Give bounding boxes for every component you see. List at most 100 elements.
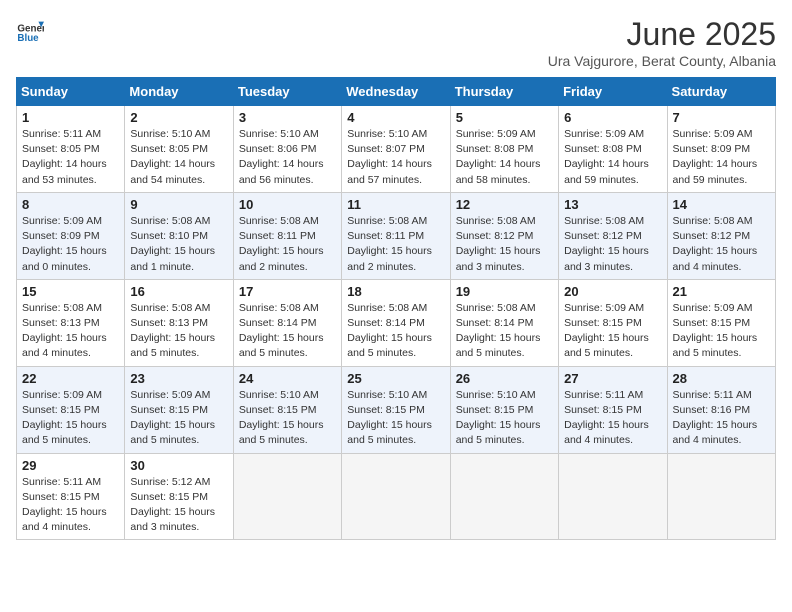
day-number: 30 (130, 458, 227, 473)
day-info: Sunrise: 5:09 AMSunset: 8:09 PMDaylight:… (673, 127, 770, 188)
calendar-day-cell: 26Sunrise: 5:10 AMSunset: 8:15 PMDayligh… (450, 366, 558, 453)
day-info: Sunrise: 5:10 AMSunset: 8:15 PMDaylight:… (456, 388, 553, 449)
day-info: Sunrise: 5:10 AMSunset: 8:05 PMDaylight:… (130, 127, 227, 188)
calendar-day-cell: 7 Sunrise: 5:09 AMSunset: 8:09 PMDaylight… (667, 106, 775, 193)
day-info: Sunrise: 5:08 AMSunset: 8:11 PMDaylight:… (347, 214, 444, 275)
calendar-day-cell: 3 Sunrise: 5:10 AMSunset: 8:06 PMDaylight… (233, 106, 341, 193)
day-number: 15 (22, 284, 119, 299)
day-number: 5 (456, 110, 553, 125)
day-info: Sunrise: 5:11 AMSunset: 8:16 PMDaylight:… (673, 388, 770, 449)
calendar-day-cell: 28 Sunrise: 5:11 AMSunset: 8:16 PMDayligh… (667, 366, 775, 453)
day-number: 9 (130, 197, 227, 212)
day-number: 22 (22, 371, 119, 386)
calendar-day-cell: 15 Sunrise: 5:08 AMSunset: 8:13 PMDayligh… (17, 279, 125, 366)
calendar-day-cell: 16 Sunrise: 5:08 AMSunset: 8:13 PMDayligh… (125, 279, 233, 366)
weekday-header: Saturday (667, 78, 775, 106)
day-info: Sunrise: 5:11 AMSunset: 8:15 PMDaylight:… (564, 388, 661, 449)
day-info: Sunrise: 5:08 AMSunset: 8:10 PMDaylight:… (130, 214, 227, 275)
logo: General Blue (16, 16, 44, 44)
calendar-week-row: 22 Sunrise: 5:09 AMSunset: 8:15 PMDayligh… (17, 366, 776, 453)
calendar-day-cell: 30 Sunrise: 5:12 AMSunset: 8:15 PMDayligh… (125, 453, 233, 540)
day-info: Sunrise: 5:10 AMSunset: 8:07 PMDaylight:… (347, 127, 444, 188)
day-number: 8 (22, 197, 119, 212)
day-number: 29 (22, 458, 119, 473)
calendar-day-cell: 25Sunrise: 5:10 AMSunset: 8:15 PMDayligh… (342, 366, 450, 453)
day-info: Sunrise: 5:09 AMSunset: 8:08 PMDaylight:… (456, 127, 553, 188)
day-info: Sunrise: 5:11 AMSunset: 8:05 PMDaylight:… (22, 127, 119, 188)
day-info: Sunrise: 5:08 AMSunset: 8:14 PMDaylight:… (347, 301, 444, 362)
weekday-header: Monday (125, 78, 233, 106)
weekday-header: Tuesday (233, 78, 341, 106)
day-number: 12 (456, 197, 553, 212)
calendar-day-cell: 4 Sunrise: 5:10 AMSunset: 8:07 PMDaylight… (342, 106, 450, 193)
calendar-day-cell: 6Sunrise: 5:09 AMSunset: 8:08 PMDaylight… (559, 106, 667, 193)
calendar-week-row: 8 Sunrise: 5:09 AMSunset: 8:09 PMDaylight… (17, 192, 776, 279)
weekday-header: Sunday (17, 78, 125, 106)
calendar-day-cell: 8 Sunrise: 5:09 AMSunset: 8:09 PMDaylight… (17, 192, 125, 279)
day-number: 13 (564, 197, 661, 212)
calendar-week-row: 29 Sunrise: 5:11 AMSunset: 8:15 PMDayligh… (17, 453, 776, 540)
day-info: Sunrise: 5:08 AMSunset: 8:11 PMDaylight:… (239, 214, 336, 275)
day-number: 27 (564, 371, 661, 386)
day-number: 19 (456, 284, 553, 299)
day-number: 3 (239, 110, 336, 125)
day-number: 11 (347, 197, 444, 212)
day-number: 18 (347, 284, 444, 299)
calendar-day-cell: 5 Sunrise: 5:09 AMSunset: 8:08 PMDaylight… (450, 106, 558, 193)
calendar-day-cell: 12 Sunrise: 5:08 AMSunset: 8:12 PMDayligh… (450, 192, 558, 279)
calendar-day-cell: 14Sunrise: 5:08 AMSunset: 8:12 PMDayligh… (667, 192, 775, 279)
calendar-day-cell: 20 Sunrise: 5:09 AMSunset: 8:15 PMDayligh… (559, 279, 667, 366)
day-number: 2 (130, 110, 227, 125)
day-info: Sunrise: 5:10 AMSunset: 8:15 PMDaylight:… (239, 388, 336, 449)
day-info: Sunrise: 5:08 AMSunset: 8:14 PMDaylight:… (239, 301, 336, 362)
day-number: 21 (673, 284, 770, 299)
day-info: Sunrise: 5:09 AMSunset: 8:15 PMDaylight:… (130, 388, 227, 449)
weekday-header: Thursday (450, 78, 558, 106)
day-info: Sunrise: 5:12 AMSunset: 8:15 PMDaylight:… (130, 475, 227, 536)
calendar-day-cell: 1Sunrise: 5:11 AMSunset: 8:05 PMDaylight… (17, 106, 125, 193)
day-info: Sunrise: 5:08 AMSunset: 8:13 PMDaylight:… (22, 301, 119, 362)
day-info: Sunrise: 5:08 AMSunset: 8:13 PMDaylight:… (130, 301, 227, 362)
day-number: 20 (564, 284, 661, 299)
calendar-day-cell: 10 Sunrise: 5:08 AMSunset: 8:11 PMDayligh… (233, 192, 341, 279)
day-number: 23 (130, 371, 227, 386)
day-info: Sunrise: 5:09 AMSunset: 8:15 PMDaylight:… (564, 301, 661, 362)
day-number: 10 (239, 197, 336, 212)
calendar-day-cell: 21Sunrise: 5:09 AMSunset: 8:15 PMDayligh… (667, 279, 775, 366)
calendar-day-cell: 19Sunrise: 5:08 AMSunset: 8:14 PMDayligh… (450, 279, 558, 366)
calendar-day-cell: 2 Sunrise: 5:10 AMSunset: 8:05 PMDaylight… (125, 106, 233, 193)
day-info: Sunrise: 5:10 AMSunset: 8:06 PMDaylight:… (239, 127, 336, 188)
location-title: Ura Vajgurore, Berat County, Albania (548, 53, 776, 69)
month-title: June 2025 (548, 16, 776, 53)
calendar-day-cell (233, 453, 341, 540)
day-number: 17 (239, 284, 336, 299)
day-info: Sunrise: 5:08 AMSunset: 8:12 PMDaylight:… (456, 214, 553, 275)
day-number: 24 (239, 371, 336, 386)
calendar-week-row: 1Sunrise: 5:11 AMSunset: 8:05 PMDaylight… (17, 106, 776, 193)
weekday-header: Friday (559, 78, 667, 106)
calendar-day-cell (450, 453, 558, 540)
calendar-day-cell: 23 Sunrise: 5:09 AMSunset: 8:15 PMDayligh… (125, 366, 233, 453)
calendar-day-cell: 29 Sunrise: 5:11 AMSunset: 8:15 PMDayligh… (17, 453, 125, 540)
logo-icon: General Blue (16, 16, 44, 44)
day-info: Sunrise: 5:09 AMSunset: 8:09 PMDaylight:… (22, 214, 119, 275)
calendar-day-cell: 18 Sunrise: 5:08 AMSunset: 8:14 PMDayligh… (342, 279, 450, 366)
day-info: Sunrise: 5:08 AMSunset: 8:12 PMDaylight:… (673, 214, 770, 275)
calendar-day-cell: 17 Sunrise: 5:08 AMSunset: 8:14 PMDayligh… (233, 279, 341, 366)
day-info: Sunrise: 5:09 AMSunset: 8:15 PMDaylight:… (22, 388, 119, 449)
day-info: Sunrise: 5:11 AMSunset: 8:15 PMDaylight:… (22, 475, 119, 536)
calendar-day-cell (667, 453, 775, 540)
calendar-day-cell: 13 Sunrise: 5:08 AMSunset: 8:12 PMDayligh… (559, 192, 667, 279)
calendar-week-row: 15 Sunrise: 5:08 AMSunset: 8:13 PMDayligh… (17, 279, 776, 366)
page-header: General Blue June 2025 Ura Vajgurore, Be… (16, 16, 776, 69)
day-info: Sunrise: 5:08 AMSunset: 8:12 PMDaylight:… (564, 214, 661, 275)
day-number: 28 (673, 371, 770, 386)
day-number: 4 (347, 110, 444, 125)
day-number: 7 (673, 110, 770, 125)
calendar-day-cell (342, 453, 450, 540)
title-area: June 2025 Ura Vajgurore, Berat County, A… (548, 16, 776, 69)
calendar-day-cell: 24 Sunrise: 5:10 AMSunset: 8:15 PMDayligh… (233, 366, 341, 453)
calendar-table: SundayMondayTuesdayWednesdayThursdayFrid… (16, 77, 776, 540)
day-number: 6 (564, 110, 661, 125)
day-number: 16 (130, 284, 227, 299)
